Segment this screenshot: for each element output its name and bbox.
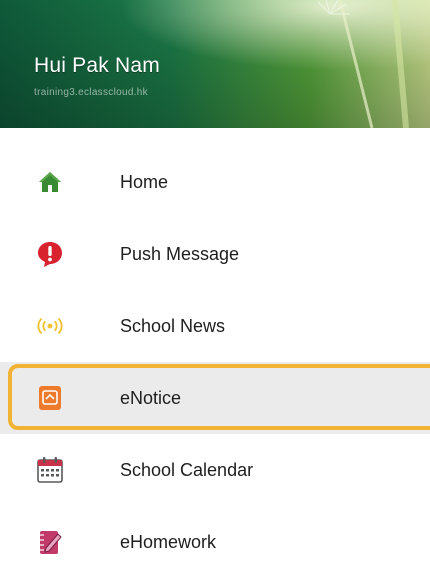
user-email: training3.eclasscloud.hk — [34, 87, 148, 98]
home-icon — [36, 168, 64, 196]
menu-item-home[interactable]: Home — [0, 146, 430, 218]
menu-item-push-message[interactable]: Push Message — [0, 218, 430, 290]
homework-icon — [36, 528, 64, 556]
drawer-menu: Home Push Message School News eNotice Sc… — [0, 146, 430, 571]
menu-item-enotice[interactable]: eNotice — [0, 362, 430, 434]
navigation-drawer: Hui Pak Nam training3.eclasscloud.hk Hom… — [0, 0, 430, 571]
broadcast-icon — [36, 312, 64, 340]
menu-item-school-news[interactable]: School News — [0, 290, 430, 362]
drawer-header: Hui Pak Nam training3.eclasscloud.hk — [0, 0, 430, 128]
menu-item-label: Push Message — [120, 243, 240, 264]
menu-item-label: School News — [120, 315, 226, 336]
menu-item-ehomework[interactable]: eHomework — [0, 506, 430, 571]
menu-item-label: eHomework — [120, 531, 217, 552]
selection-highlight — [8, 364, 430, 430]
menu-item-school-calendar[interactable]: School Calendar — [0, 434, 430, 506]
menu-item-label: Home — [120, 171, 169, 192]
alert-icon — [36, 240, 64, 268]
calendar-icon — [36, 456, 64, 484]
notice-icon — [36, 384, 64, 412]
menu-item-label: School Calendar — [120, 459, 254, 480]
user-name: Hui Pak Nam — [34, 54, 160, 77]
menu-item-label: eNotice — [120, 387, 182, 408]
